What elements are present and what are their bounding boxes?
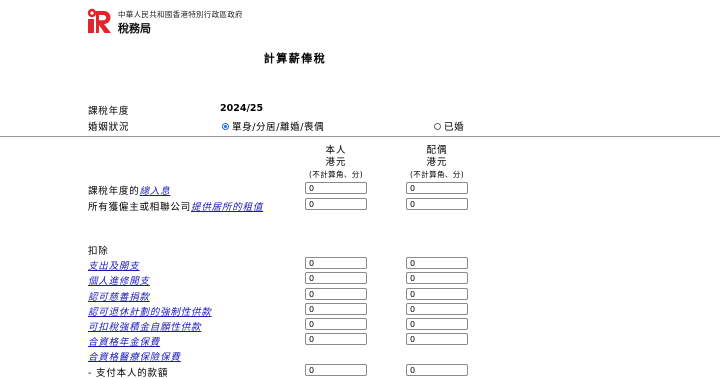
approved-donations-self-input[interactable]	[305, 288, 367, 300]
total-income-prefix: 課稅年度的	[88, 186, 140, 197]
deductions-heading: 扣除	[88, 246, 109, 257]
column-self-title: 本人	[325, 145, 347, 156]
total-income-link[interactable]: 總入息	[140, 186, 171, 197]
outgoings-expenses-self-input[interactable]	[305, 257, 367, 269]
column-spouse-note: (不計算角、分)	[409, 170, 465, 179]
rental-value-label: 所有獲僱主或相聯公司提供居所的租值	[88, 199, 263, 213]
marital-status-label: 婚姻狀況	[88, 122, 130, 133]
annuity-premiums-self-input[interactable]	[305, 333, 367, 345]
section-divider	[0, 136, 720, 137]
ird-logo	[87, 8, 111, 33]
self-education-spouse-input[interactable]	[406, 272, 468, 284]
voluntary-mpf-spouse-input[interactable]	[406, 318, 468, 330]
rental-value-self-input[interactable]	[305, 198, 367, 210]
year-label: 課稅年度	[88, 106, 130, 117]
approved-donations-spouse-input[interactable]	[406, 288, 468, 300]
marital-option-married[interactable]: 已婚	[434, 119, 464, 133]
total-income-self-input[interactable]	[305, 182, 367, 194]
column-spouse-title: 配偶	[426, 145, 448, 156]
voluntary-mpf-self-input[interactable]	[305, 318, 367, 330]
paid-by-self-spouse-input[interactable]	[406, 364, 468, 376]
approved-donations-link[interactable]: 認可慈善捐款	[88, 292, 150, 303]
annuity-premiums-link[interactable]: 合資格年金保費	[88, 337, 160, 348]
self-education-link[interactable]: 個人進修開支	[88, 276, 150, 287]
outgoings-expenses-link[interactable]: 支出及開支	[88, 261, 140, 272]
column-self-unit: 港元	[325, 157, 347, 168]
paid-by-self-label: - 支付本人的款額	[88, 368, 169, 379]
mandatory-contributions-link[interactable]: 認可退休計劃的強制性供款	[88, 307, 212, 318]
vhis-premiums-link[interactable]: 合資格醫療保險保費	[88, 352, 181, 363]
radio-selected-icon[interactable]	[222, 122, 229, 130]
rental-value-link[interactable]: 提供居所的租值	[191, 202, 263, 213]
rental-value-spouse-input[interactable]	[406, 198, 468, 210]
voluntary-mpf-link[interactable]: 可扣稅強積金自願性供款	[88, 322, 201, 333]
paid-by-self-self-input[interactable]	[305, 364, 367, 376]
page-title: 計算薪俸稅	[263, 52, 327, 65]
year-value: 2024/25	[220, 103, 264, 114]
column-self-note: (不計算角、分)	[308, 170, 364, 179]
marital-option-single[interactable]: 單身/分居/離婚/喪偶	[222, 119, 324, 133]
column-spouse-unit: 港元	[426, 157, 448, 168]
column-header-spouse: 配偶 港元 (不計算角、分)	[397, 145, 477, 181]
total-income-label: 課稅年度的總入息	[88, 183, 170, 197]
radio-unselected-icon[interactable]	[434, 122, 441, 130]
rental-value-prefix: 所有獲僱主或相聯公司	[88, 202, 192, 213]
column-header-self: 本人 港元 (不計算角、分)	[296, 145, 376, 181]
marital-option-married-label: 已婚	[444, 122, 465, 133]
annuity-premiums-spouse-input[interactable]	[406, 333, 468, 345]
marital-option-single-label: 單身/分居/離婚/喪偶	[232, 122, 325, 133]
mandatory-contributions-self-input[interactable]	[305, 303, 367, 315]
outgoings-expenses-spouse-input[interactable]	[406, 257, 468, 269]
department-name: 稅務局	[118, 22, 151, 35]
self-education-self-input[interactable]	[305, 272, 367, 284]
government-name: 中華人民共和國香港特別行政區政府	[118, 10, 243, 19]
mandatory-contributions-spouse-input[interactable]	[406, 303, 468, 315]
total-income-spouse-input[interactable]	[406, 182, 468, 194]
